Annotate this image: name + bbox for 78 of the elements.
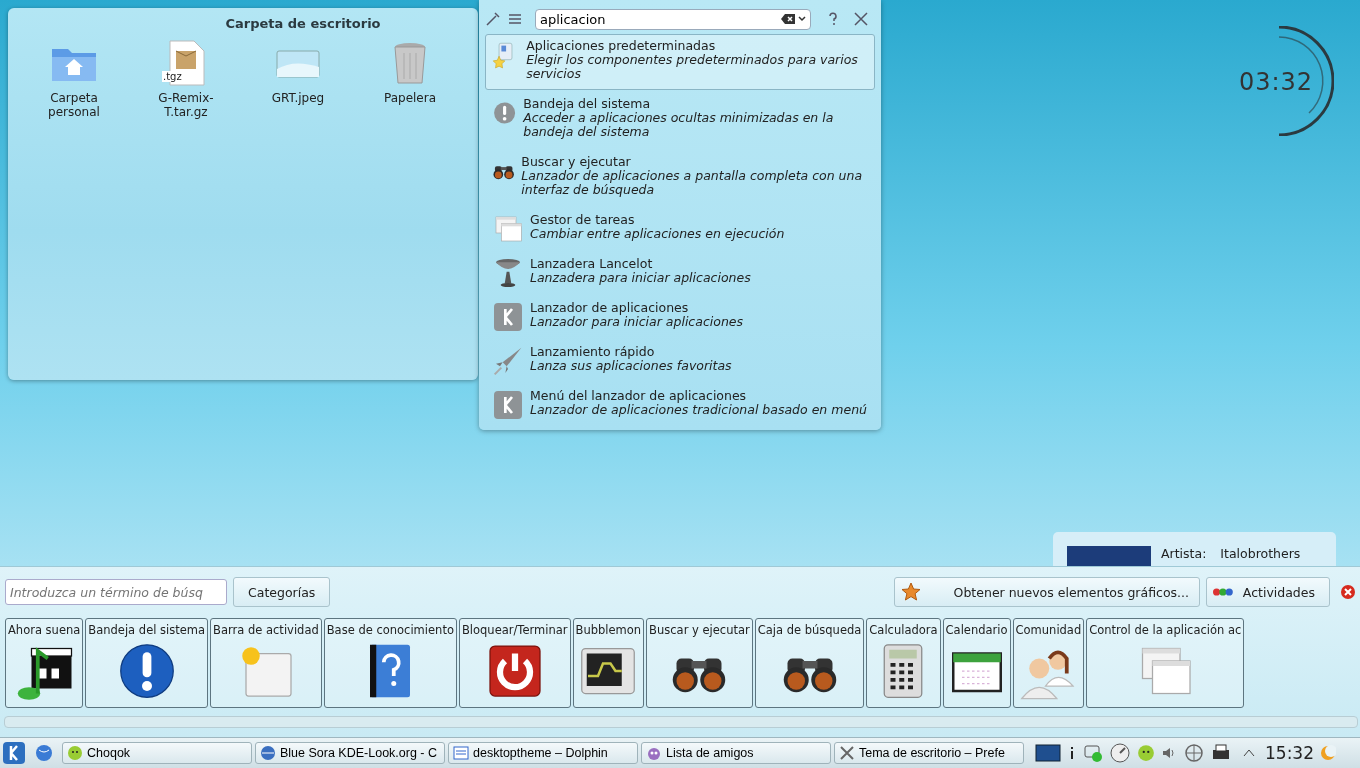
desktop-icon[interactable]: GRT.jpeg xyxy=(242,39,354,119)
taskbar-clock[interactable]: 15:32 xyxy=(1265,743,1314,763)
search-result[interactable]: Aplicaciones predeterminadas Elegir los componentes predeterminados para varios servicios xyxy=(485,34,875,90)
widget-tile[interactable]: Calendario xyxy=(942,618,1011,708)
network-icon[interactable] xyxy=(1183,743,1205,763)
pager-icon[interactable] xyxy=(1035,744,1061,762)
globe-icon[interactable] xyxy=(35,744,53,762)
desktop-icon[interactable]: Carpeta personal xyxy=(18,39,130,119)
search-result[interactable]: Lanzamiento rápido Lanza sus aplicaciones favoritas xyxy=(485,340,875,382)
get-new-widgets-button[interactable]: Obtener nuevos elementos gráficos... xyxy=(894,577,1200,607)
result-title: Lanzador de aplicaciones xyxy=(530,301,690,315)
categories-button[interactable]: Categorías xyxy=(233,577,331,607)
result-title: Bandeja del sistema xyxy=(523,97,652,111)
widget-tile[interactable]: Control de la aplicación ac xyxy=(1086,618,1245,708)
close-icon[interactable] xyxy=(853,11,869,27)
widget-tile[interactable]: Bloquear/Terminar xyxy=(458,618,571,708)
result-title: Lanzadera Lancelot xyxy=(530,257,654,271)
search-result[interactable]: Menú del lanzador de aplicaciones Lanzador de aplicaciones tradicional basado en menú xyxy=(485,384,875,426)
creature-icon xyxy=(646,745,662,761)
horizontal-scrollbar[interactable] xyxy=(4,716,1358,728)
desktop-icon[interactable]: Papelera xyxy=(354,39,466,119)
chat-bubble-icon[interactable] xyxy=(1083,743,1103,763)
widget-tile[interactable]: Bubblemon xyxy=(572,618,645,708)
taskbar-task[interactable]: Blue Sora KDE-Look.org - C xyxy=(255,742,445,764)
result-title: Lanzamiento rápido xyxy=(530,345,656,359)
clock-time: 03:32 xyxy=(1237,68,1315,96)
activity-list-icon[interactable] xyxy=(507,11,523,27)
kde-logo-icon xyxy=(492,301,524,333)
result-description: Acceder a aplicaciones ocultas minimizadas en la bandeja del sistema xyxy=(523,111,835,139)
result-description: Lanzador de aplicaciones tradicional basado en menú xyxy=(530,403,867,417)
widget-tile[interactable]: Bandeja del sistema xyxy=(85,618,209,708)
kde-logo-icon xyxy=(492,389,524,421)
result-title: Menú del lanzador de aplicaciones xyxy=(530,389,748,403)
star-icon xyxy=(901,582,921,602)
widget-tile[interactable]: Barra de actividad xyxy=(210,618,322,708)
volume-icon[interactable] xyxy=(1161,745,1177,761)
widget-tile[interactable]: Base de conocimiento xyxy=(323,618,457,708)
smiley-icon xyxy=(67,745,83,761)
search-result[interactable]: Gestor de tareas Cambiar entre aplicaciones en ejecución xyxy=(485,208,875,250)
result-description: Cambiar entre aplicaciones en ejecución xyxy=(530,227,785,241)
result-description: Lanza sus aplicaciones favoritas xyxy=(530,359,732,373)
result-title: Buscar y ejecutar xyxy=(521,155,632,169)
smiley-icon[interactable] xyxy=(1137,744,1155,762)
search-result[interactable]: Bandeja del sistema Acceder a aplicaciones ocultas minimizadas en la bandeja del sistema xyxy=(485,92,875,148)
result-description: Elegir los componentes predeterminados para varios servicios xyxy=(526,53,859,81)
widget-tile[interactable]: Caja de búsqueda xyxy=(754,618,865,708)
artist-label: Artista: xyxy=(1161,546,1207,563)
kde-menu-icon[interactable] xyxy=(2,741,26,765)
close-icon[interactable] xyxy=(1340,584,1356,600)
wrench-icon[interactable] xyxy=(485,11,501,27)
globe-icon xyxy=(260,745,276,761)
search-field[interactable]: aplicacion xyxy=(535,8,811,30)
widget-tile[interactable]: Comunidad xyxy=(1012,618,1085,708)
folder-window-icon xyxy=(453,745,469,761)
widget-tile[interactable]: Ahora suena xyxy=(5,618,84,708)
desktop-icon[interactable]: .tgz G-Remix-T.tar.gz xyxy=(130,39,242,119)
activities-button[interactable]: Actividades xyxy=(1206,577,1330,607)
widget-tile[interactable]: Buscar y ejecutar xyxy=(646,618,753,708)
taskbar-task[interactable]: Choqok xyxy=(62,742,252,764)
result-description: Lanzador para iniciar aplicaciones xyxy=(530,315,743,329)
gauge-icon[interactable] xyxy=(1109,742,1131,764)
widget-tile[interactable]: Calculadora xyxy=(866,618,941,708)
file-type-label: .tgz xyxy=(162,71,183,82)
result-title: Gestor de tareas xyxy=(530,213,636,227)
rocket-icon xyxy=(492,345,524,377)
search-field[interactable]: Introduzca un término de búsq xyxy=(5,579,227,605)
search-result[interactable]: Lanzadera Lancelot Lanzadera para iniciar aplicaciones xyxy=(485,252,875,294)
search-result[interactable]: Lanzador de aplicaciones Lanzador para iniciar aplicaciones xyxy=(485,296,875,338)
windows-icon xyxy=(492,213,524,245)
result-description: Lanzador de aplicaciones a pantalla completa con una interfaz de búsqueda xyxy=(521,169,864,197)
taskbar-task[interactable]: Lista de amigos xyxy=(641,742,831,764)
colored-dots-icon xyxy=(1213,587,1233,597)
taskbar-task[interactable]: desktoptheme – Dolphin xyxy=(448,742,638,764)
result-title: Aplicaciones predeterminadas xyxy=(526,39,717,53)
result-description: Lanzadera para iniciar aplicaciones xyxy=(530,271,751,285)
widget-title: Carpeta de escritorio xyxy=(225,16,381,31)
taskbar-task[interactable]: Tema de escritorio – Prefe xyxy=(834,742,1024,764)
search-result[interactable]: Buscar y ejecutar Lanzador de aplicaciones a pantalla completa con una interfaz de búsqueda xyxy=(485,150,875,206)
